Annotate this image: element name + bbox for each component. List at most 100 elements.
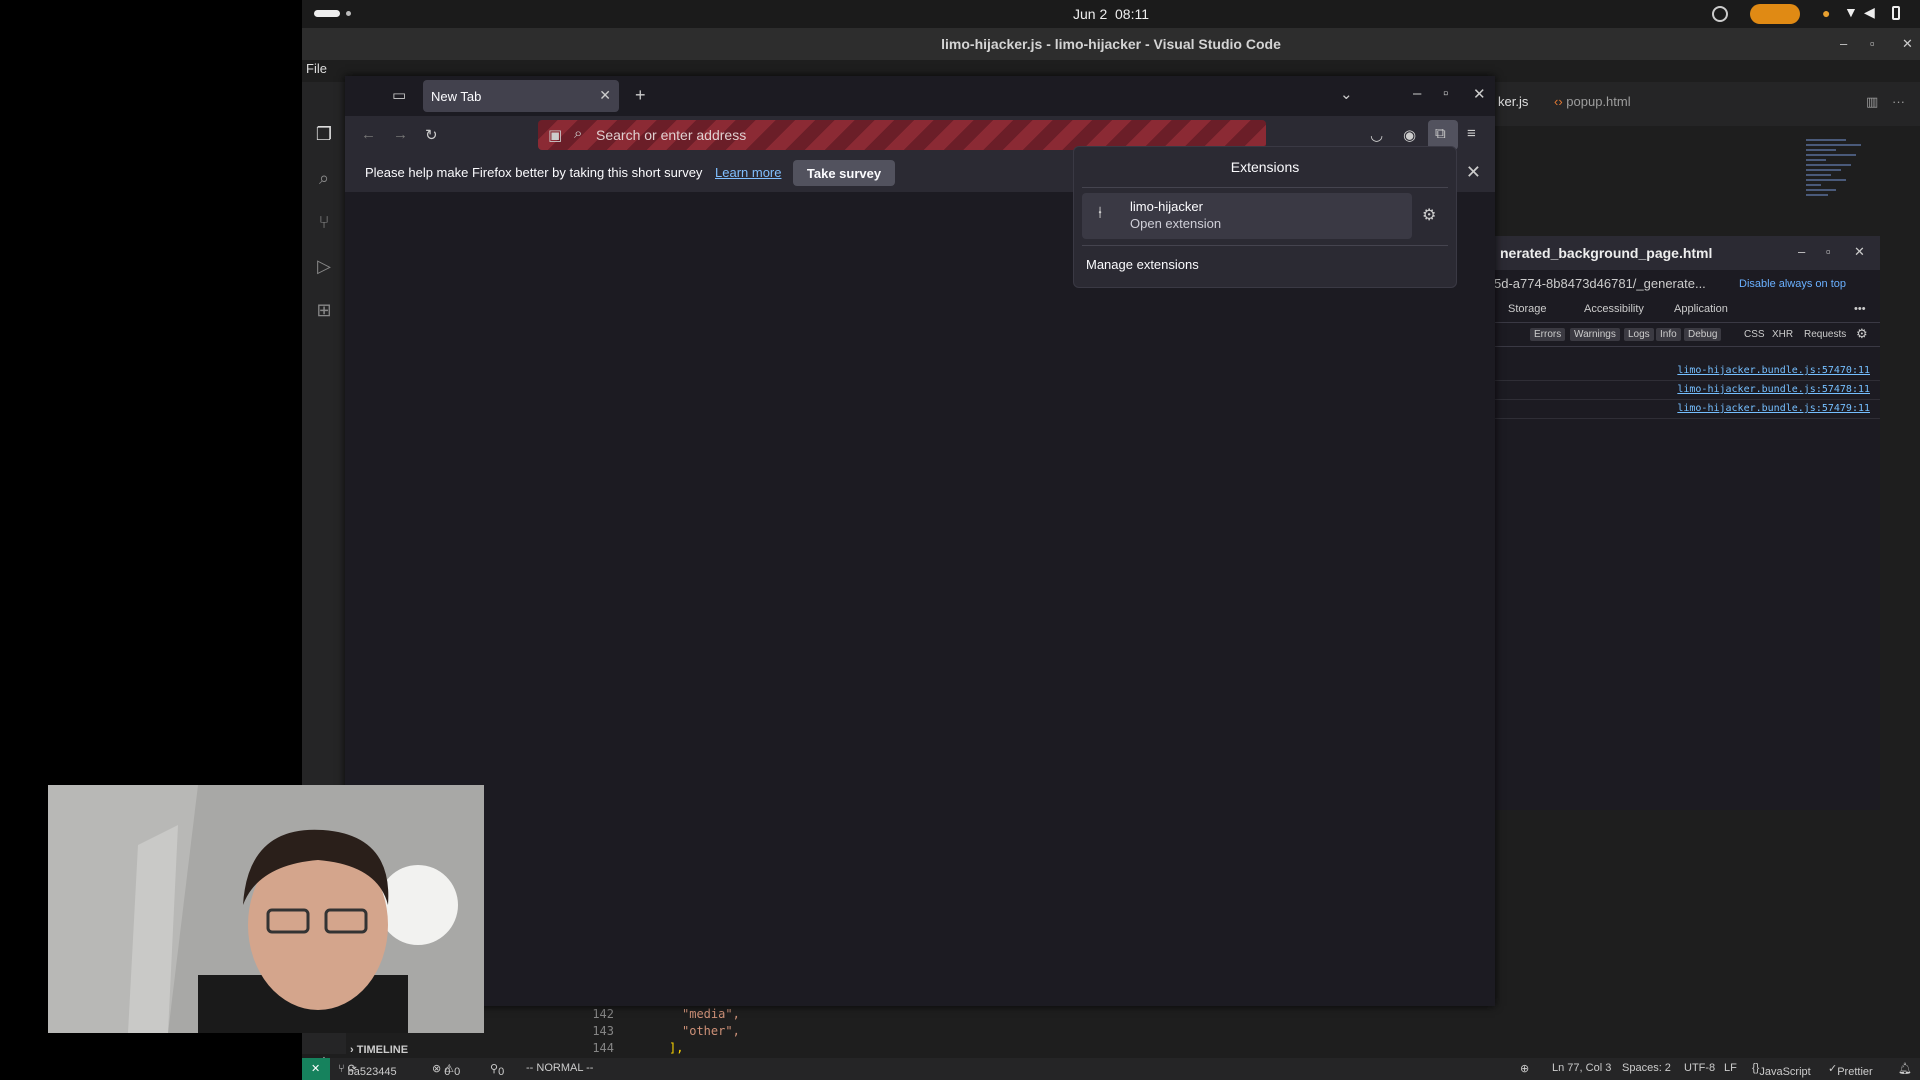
devtools-title: nerated_background_page.html [1500,245,1713,261]
split-editor-icon[interactable]: ▥ [1866,94,1878,110]
account-icon[interactable]: ◉ [1403,126,1416,144]
extensions-icon[interactable]: ⊞ [312,300,336,324]
recording-indicator-icon[interactable] [1750,4,1800,24]
tab-new-tab[interactable]: New Tab ✕ [423,80,619,112]
puzzle-piece-icon: ⧉ [1435,125,1446,142]
indentation[interactable]: Spaces: 2 [1622,1062,1671,1074]
remote-indicator[interactable]: ✕ [302,1058,330,1080]
back-arrow-icon[interactable]: ← [361,126,376,143]
filter-logs[interactable]: Logs [1624,328,1654,341]
battery-icon[interactable] [1892,6,1900,20]
learn-more-link[interactable]: Learn more [715,165,781,180]
extension-settings-gear-icon[interactable]: ⚙ [1422,205,1436,225]
volume-icon[interactable]: ◀ [1864,4,1875,21]
reload-icon[interactable]: ↻ [425,126,438,144]
ports-indicator[interactable]: ⚲ 0 [490,1062,504,1078]
encoding[interactable]: UTF-8 [1684,1062,1715,1074]
devtools-title-bar: nerated_background_page.html – ▫ ✕ [1494,236,1880,270]
list-tabs-chevron-down-icon[interactable]: ⌄ [1340,85,1353,103]
extension-name: limo-hijacker [1130,199,1203,214]
menu-file[interactable]: File [306,61,327,76]
new-tab-icon[interactable]: + [635,85,646,106]
maximize-icon[interactable]: ▫ [1870,36,1875,51]
problems-indicator[interactable]: ⊗ 0 ⚠ 0 [432,1062,460,1078]
source-control-icon[interactable]: ⑂ [312,212,336,236]
devtools-tabs: Storage Accessibility Application ••• [1494,298,1880,323]
filter-requests[interactable]: Requests [1804,329,1846,340]
devtools-url-row: 5d-a774-8b8473d46781/_generate... Disabl… [1494,270,1880,298]
code-line: "media", [682,1007,740,1021]
close-tab-icon[interactable]: ✕ [599,87,611,104]
disable-always-on-top[interactable]: Disable always on top [1739,278,1846,290]
take-survey-button[interactable]: Take survey [793,160,895,186]
line-number: 144 [592,1041,614,1055]
line-number: 142 [592,1007,614,1021]
git-branch[interactable]: ⑂ ba523445 ⟳ [338,1062,397,1078]
console-log-row: limo-hijacker.bundle.js:57479:11 [1494,400,1880,419]
filter-errors[interactable]: Errors [1530,328,1566,341]
divider [1082,245,1448,246]
code-line: ], [669,1041,684,1055]
prettier-status[interactable]: ✓ Prettier [1828,1062,1873,1078]
explorer-icon[interactable]: ❐ [312,124,336,148]
filter-info[interactable]: Info [1656,328,1681,341]
console-settings-icon[interactable]: ⚙ [1856,326,1868,342]
maximize-icon[interactable]: ▫ [1826,244,1831,259]
wifi-icon[interactable]: ▼ [1844,4,1858,20]
close-icon[interactable]: ✕ [1902,36,1913,52]
close-notification-icon[interactable]: ✕ [1466,162,1481,183]
extension-item-limo-hijacker[interactable]: ⍿ limo-hijacker Open extension [1082,193,1412,239]
search-icon[interactable]: ⌕ [312,168,336,192]
firefox-tab-bar: ▭ New Tab ✕ + ⌄ – ▫ ✕ [345,76,1495,116]
chrome-indicator-icon[interactable] [1712,6,1728,22]
code-line: "other", [682,1024,740,1038]
console-log-row: limo-hijacker.bundle.js:57478:11 [1494,381,1880,400]
tab-application[interactable]: Application [1674,303,1728,315]
log-source-link[interactable]: limo-hijacker.bundle.js:57479:11 [1677,403,1870,414]
log-source-link[interactable]: limo-hijacker.bundle.js:57470:11 [1677,365,1870,376]
tab-popup-html[interactable]: ‹› popup.html [1554,94,1631,109]
code-editor[interactable]: 142 "media", 143 "other", 144 ], [569,1005,1469,1061]
clock[interactable]: Jun 2 08:11 [302,6,1920,22]
notifications-icon[interactable]: 🔔︎ [1898,1062,1912,1075]
console-log-row: limo-hijacker.bundle.js:57470:11 [1494,362,1880,381]
pocket-icon[interactable]: ◡ [1370,126,1383,144]
more-actions-icon[interactable]: ··· [1892,94,1905,109]
manage-extensions-link[interactable]: Manage extensions [1086,257,1199,272]
timeline-section[interactable]: › TIMELINE [350,1044,408,1056]
minimize-icon[interactable]: – [1840,36,1847,51]
more-options-icon[interactable]: ••• [1854,303,1866,315]
minimize-icon[interactable]: – [1798,244,1805,259]
extension-icon: ⍿ [1098,205,1103,222]
filter-css[interactable]: CSS [1744,329,1765,340]
tab-title: New Tab [431,89,482,104]
filter-debug[interactable]: Debug [1684,328,1722,341]
microphone-icon[interactable]: ● [1822,5,1830,21]
filter-xhr[interactable]: XHR [1772,329,1793,340]
firefox-view-icon[interactable]: ▭ [392,86,406,104]
vscode-title-bar: limo-hijacker.js - limo-hijacker - Visua… [302,28,1920,60]
cursor-position[interactable]: Ln 77, Col 3 [1552,1062,1611,1074]
end-of-line[interactable]: LF [1724,1062,1737,1074]
devtools-url: 5d-a774-8b8473d46781/_generate... [1494,276,1706,291]
extensions-panel: Extensions ⍿ limo-hijacker Open extensio… [1073,146,1457,288]
divider [1082,187,1448,188]
filter-warnings[interactable]: Warnings [1570,328,1620,341]
log-source-link[interactable]: limo-hijacker.bundle.js:57478:11 [1677,384,1870,395]
tab-accessibility[interactable]: Accessibility [1584,303,1644,315]
language-mode[interactable]: {} JavaScript [1752,1062,1811,1078]
minimize-icon[interactable]: – [1413,85,1421,102]
line-number: 143 [592,1024,614,1038]
maximize-icon[interactable]: ▫ [1443,85,1448,102]
tab-limo-hijacker-js[interactable]: ker.js [1498,94,1528,109]
devtools-window: nerated_background_page.html – ▫ ✕ 5d-a7… [1494,236,1880,810]
notification-text: Please help make Firefox better by takin… [365,165,703,180]
tab-storage[interactable]: Storage [1508,303,1547,315]
close-icon[interactable]: ✕ [1854,244,1865,260]
forward-arrow-icon[interactable]: → [393,126,408,143]
hamburger-menu-icon[interactable]: ≡ [1467,125,1476,142]
webcam-image [48,785,484,1033]
run-debug-icon[interactable]: ▷ [312,256,336,280]
zoom-icon[interactable]: ⊕ [1520,1062,1529,1075]
close-icon[interactable]: ✕ [1473,85,1486,103]
